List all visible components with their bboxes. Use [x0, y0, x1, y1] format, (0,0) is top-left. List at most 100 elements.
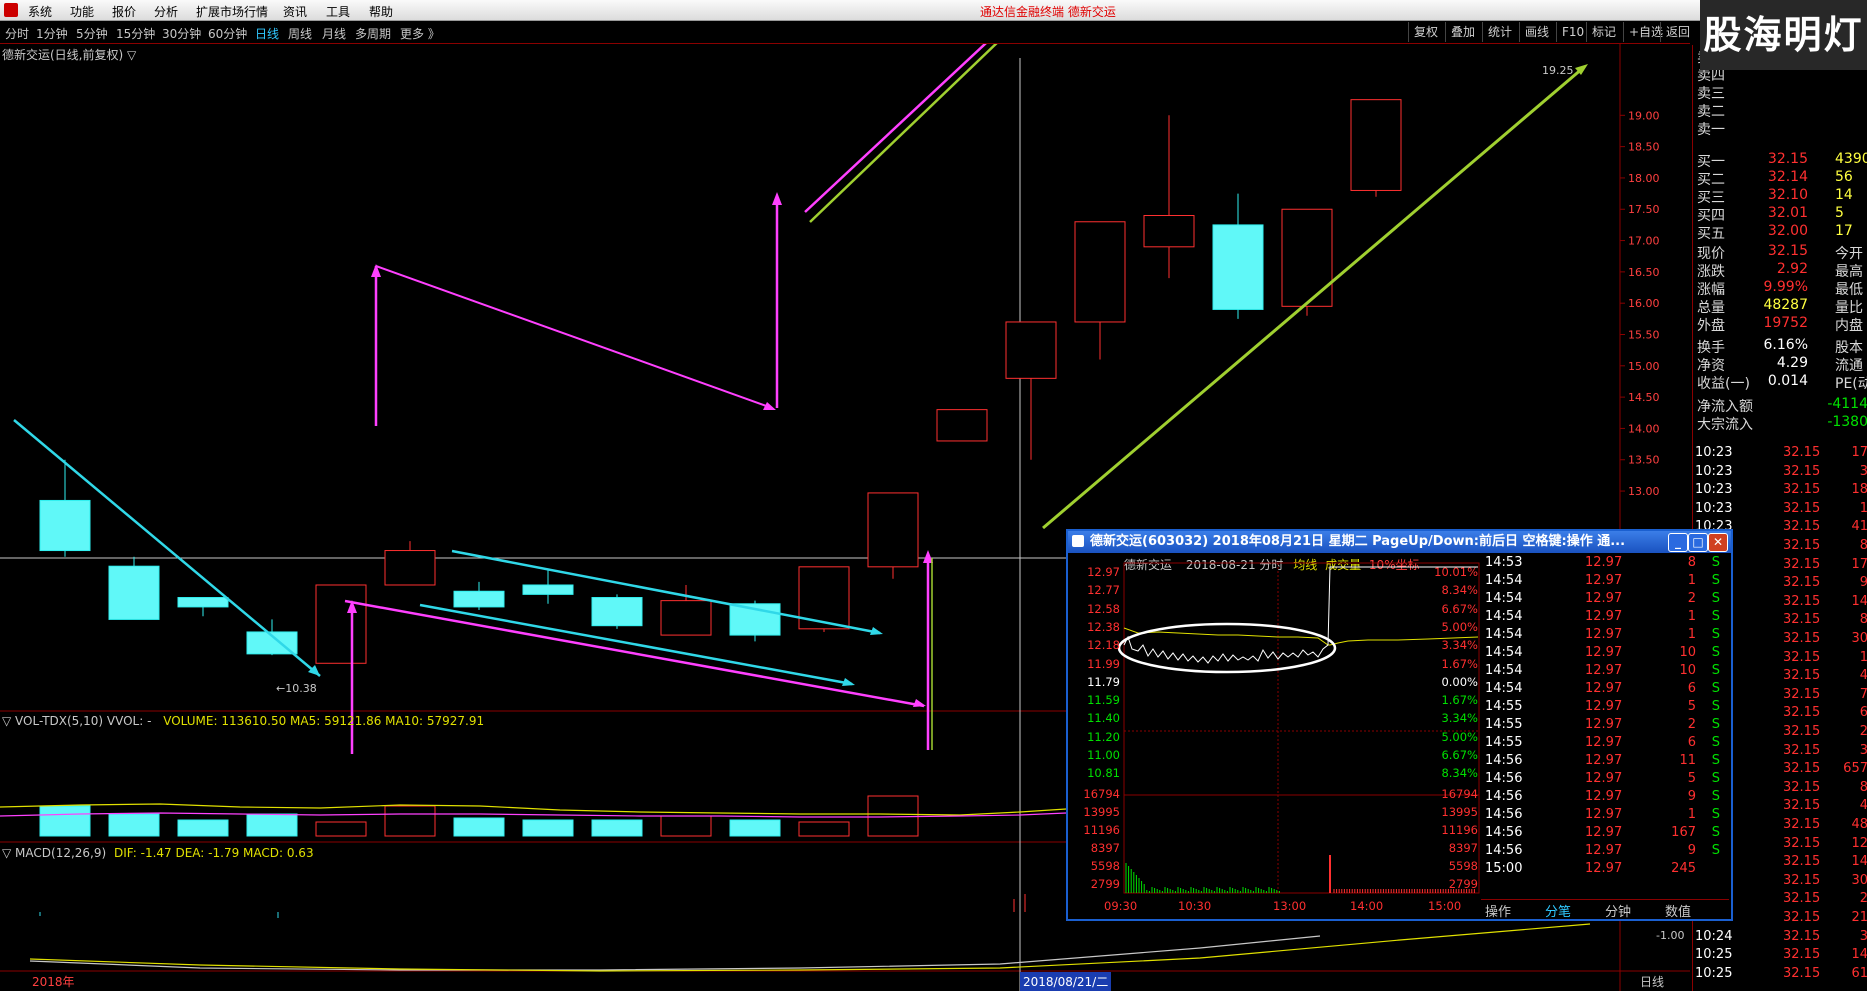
popup-tick-row: 14:56 12.97 11 S: [1481, 753, 1726, 771]
period-weekly[interactable]: 周线: [288, 25, 312, 42]
popup-tick-time: 14:56: [1485, 789, 1523, 804]
maximize-button[interactable]: □: [1688, 533, 1708, 552]
popup-tick-price: 12.97: [1585, 627, 1623, 642]
tick-volume: 1: [1859, 649, 1867, 665]
trendline-magenta-up: [804, 44, 987, 213]
tick-volume: 3: [1859, 928, 1867, 944]
popup-tick-row: 14:55 12.97 5 S: [1481, 699, 1726, 717]
candle-body: [1212, 224, 1264, 310]
bid-label: 买五: [1697, 226, 1725, 242]
ask-row: 卖二: [1693, 101, 1867, 120]
toolbar-restore-rights[interactable]: 复权: [1408, 22, 1443, 42]
tab-operate[interactable]: 操作: [1485, 901, 1511, 920]
period-5min[interactable]: 5分钟: [76, 25, 108, 42]
tick-volume: 14: [1851, 854, 1867, 870]
menu-tools[interactable]: 工具: [326, 3, 350, 20]
toolbar-f10[interactable]: F10: [1556, 22, 1589, 42]
menu-help[interactable]: 帮助: [369, 3, 393, 20]
period-multi[interactable]: 多周期: [355, 25, 391, 42]
period-15min[interactable]: 15分钟: [116, 25, 155, 42]
intraday-pct-label: 6.67%: [1441, 748, 1478, 762]
annot-low-label: ←10.38: [276, 682, 317, 695]
app-logo-icon: [4, 3, 18, 17]
popup-tick-time: 14:54: [1485, 609, 1523, 624]
price-tick-label: 18.00: [1628, 172, 1660, 185]
popup-title-text: 德新交运(603032) 2018年08月21日 星期二 PageUp/Down…: [1090, 534, 1626, 549]
price-tick-label: 14.00: [1628, 422, 1660, 435]
toolbar-draw-line[interactable]: 画线: [1519, 22, 1554, 42]
popup-tick-price: 12.97: [1585, 861, 1623, 876]
period-more[interactable]: 更多 》: [400, 25, 440, 42]
period-60min[interactable]: 60分钟: [208, 25, 247, 42]
tab-values[interactable]: 数值: [1665, 901, 1691, 920]
stat-row: 涨跌 2.92 最高: [1693, 261, 1867, 280]
period-monthly[interactable]: 月线: [322, 25, 346, 42]
candle-body: [1281, 208, 1333, 307]
tick-price: 32.15: [1783, 854, 1821, 870]
bid-price: 32.15: [1767, 151, 1808, 167]
period-daily[interactable]: 日线: [255, 25, 279, 42]
period-30min[interactable]: 30分钟: [162, 25, 201, 42]
tick-row: 10:23 32.15 18: [1693, 482, 1867, 500]
popup-tick-volume: 8: [1687, 555, 1696, 570]
intraday-pct-label: 3.34%: [1441, 711, 1478, 726]
popup-tick-side: S: [1711, 807, 1720, 822]
intraday-price-label: 12.38: [1087, 619, 1120, 634]
stat-row: 收益(一) 0.014 PE(动): [1693, 373, 1867, 392]
tab-minutes[interactable]: 分钟: [1605, 901, 1631, 920]
tick-price: 32.15: [1783, 519, 1821, 535]
tab-ticks[interactable]: 分笔: [1545, 901, 1571, 920]
popup-tick-time: 14:55: [1485, 717, 1523, 732]
menu-system[interactable]: 系统: [28, 3, 52, 20]
popup-tick-time: 14:54: [1485, 627, 1523, 642]
volume-bar: [384, 805, 436, 837]
toolbar-back[interactable]: 返回: [1660, 22, 1695, 42]
popup-tick-row: 14:54 12.97 2 S: [1481, 591, 1726, 609]
popup-tick-row: 14:54 12.97 1 S: [1481, 609, 1726, 627]
popup-tick-volume: 9: [1687, 843, 1696, 858]
popup-titlebar[interactable]: 德新交运(603032) 2018年08月21日 星期二 PageUp/Down…: [1068, 531, 1731, 553]
popup-tick-volume: 5: [1687, 699, 1696, 714]
arrowhead-cyan-2: [842, 678, 855, 686]
candle-body: [1350, 99, 1402, 191]
popup-tick-time: 14:54: [1485, 645, 1523, 660]
popup-tick-time: 15:00: [1485, 861, 1523, 876]
popup-tick-volume: 2: [1687, 591, 1696, 606]
toolbar-statistics[interactable]: 统计: [1482, 22, 1517, 42]
menu-extended-market[interactable]: 扩展市场行情: [196, 3, 268, 20]
intraday-pct-label: 1.67%: [1441, 656, 1478, 671]
stat-value: 32.15: [1767, 243, 1808, 259]
menu-function[interactable]: 功能: [70, 3, 94, 20]
popup-tick-price: 12.97: [1585, 789, 1623, 804]
intraday-chart[interactable]: [1068, 553, 1481, 919]
stat-value: 9.99%: [1763, 279, 1808, 295]
volume-bar: [729, 819, 781, 837]
popup-tick-time: 14:56: [1485, 753, 1523, 768]
intraday-vol-label: 5598: [1090, 859, 1120, 873]
popup-tick-row: 14:54 12.97 10 S: [1481, 663, 1726, 681]
period-1min[interactable]: 1分钟: [36, 25, 68, 42]
close-button[interactable]: ✕: [1708, 533, 1728, 552]
menu-analysis[interactable]: 分析: [154, 3, 178, 20]
intraday-pct-label: 1.67%: [1441, 693, 1478, 708]
menu-quote[interactable]: 报价: [112, 3, 136, 20]
tick-time: 10:23: [1695, 482, 1733, 498]
ask-label: 卖一: [1697, 122, 1725, 138]
price-tick-label: 16.00: [1628, 297, 1660, 310]
price-tick-label: 19.00: [1628, 109, 1660, 122]
menu-news[interactable]: 资讯: [283, 3, 307, 20]
volume-bar: [246, 813, 298, 837]
toolbar-overlay[interactable]: 叠加: [1445, 22, 1480, 42]
intraday-popup-window[interactable]: 德新交运(603032) 2018年08月21日 星期二 PageUp/Down…: [1066, 529, 1733, 921]
period-intraday[interactable]: 分时: [5, 25, 29, 42]
stat-label2: 最高: [1835, 264, 1863, 280]
macd-indicator-label[interactable]: ▽ MACD(12,26,9) DIF: -1.47 DEA: -1.79 MA…: [2, 846, 314, 860]
app-title: 通达信金融终端 德新交运: [980, 5, 1116, 19]
stat-label: 净资: [1697, 358, 1725, 374]
price-tick-label: 16.50: [1628, 266, 1660, 279]
bid-label: 买四: [1697, 208, 1725, 224]
minimize-button[interactable]: _: [1668, 533, 1688, 552]
volume-indicator-label[interactable]: ▽ VOL-TDX(5,10) VVOL: - VOLUME: 113610.5…: [2, 714, 484, 728]
toolbar-mark[interactable]: 标记: [1586, 22, 1621, 42]
intraday-vol-label-right: 5598: [1448, 859, 1478, 873]
